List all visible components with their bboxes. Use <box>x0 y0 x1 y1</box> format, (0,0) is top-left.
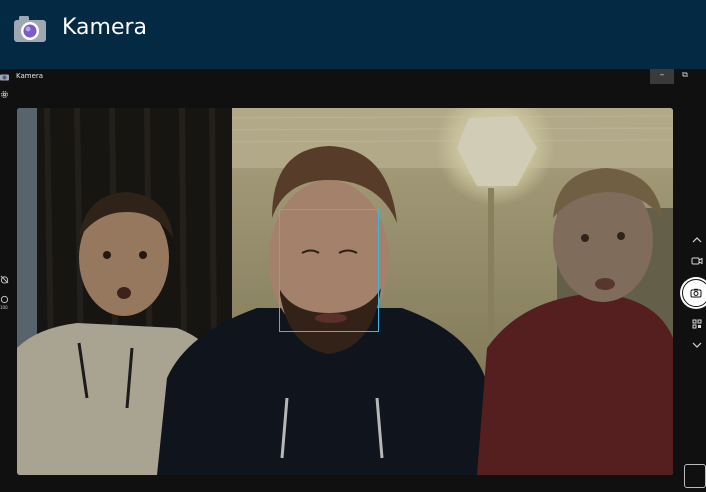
chevron-up-icon[interactable] <box>690 234 704 246</box>
window-title: Kamera <box>16 72 44 80</box>
video-mode-icon[interactable] <box>690 255 704 267</box>
hdr-label: 100 <box>0 305 8 310</box>
viewfinder[interactable] <box>17 108 673 475</box>
face-detection-box <box>279 209 379 332</box>
photo-shutter-button[interactable] <box>680 277 706 309</box>
camera-icon <box>14 16 46 42</box>
minimize-button[interactable]: – <box>650 69 674 84</box>
restore-button[interactable]: ⧉ <box>678 70 692 83</box>
header-banner: Kamera <box>0 0 706 69</box>
camera-app-window: Kamera – ⧉ 100 <box>0 69 706 492</box>
banner-title: Kamera <box>62 15 148 40</box>
timer-off-icon[interactable] <box>0 275 9 284</box>
gallery-thumbnail-button[interactable] <box>684 464 706 488</box>
qr-code-icon[interactable] <box>690 318 704 330</box>
photo-shutter-icon <box>690 288 702 298</box>
hdr-icon[interactable] <box>0 295 9 304</box>
gear-icon[interactable] <box>0 90 9 99</box>
camera-small-icon <box>0 74 9 81</box>
title-bar: Kamera – ⧉ <box>0 69 706 85</box>
chevron-down-icon[interactable] <box>690 339 704 351</box>
